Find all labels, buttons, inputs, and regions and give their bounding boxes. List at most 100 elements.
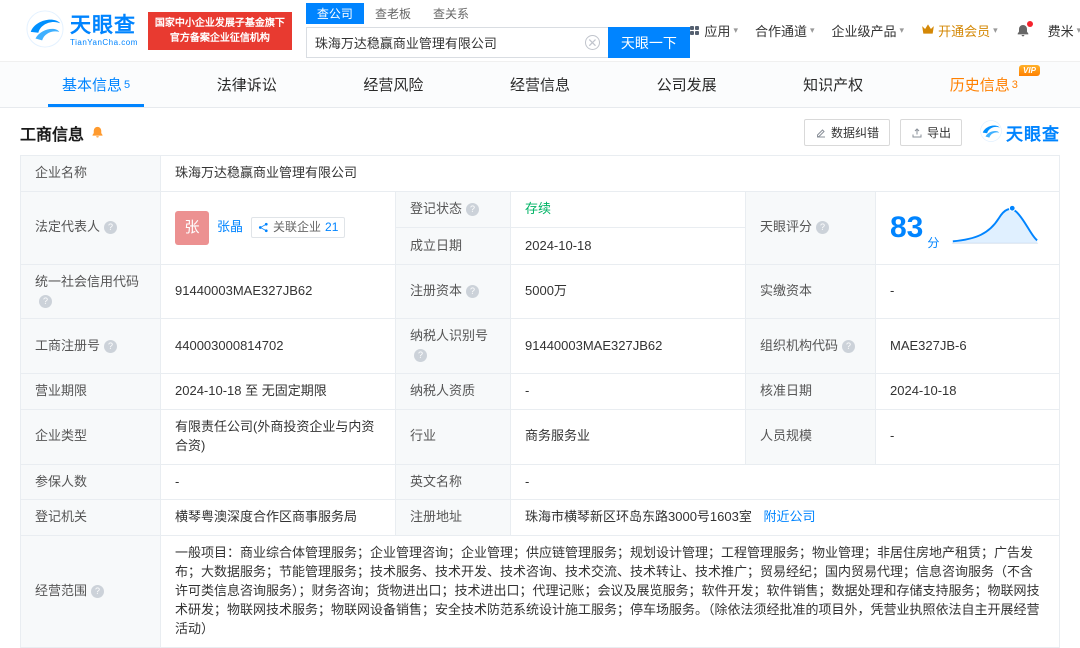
tianyancha-logo[interactable]: 天眼查 TianYanCha.com: [26, 10, 138, 51]
related-companies-chip[interactable]: 关联企业 21: [251, 217, 346, 239]
search-box: ✕: [305, 27, 608, 58]
help-icon[interactable]: ?: [816, 221, 830, 235]
notification-bell-icon[interactable]: [1015, 20, 1033, 39]
field-value-reg-capital: 5000万: [510, 263, 746, 320]
tab-company-development[interactable]: 公司发展: [643, 62, 731, 107]
search-type-tabs: 查公司 查老板 查关系: [305, 3, 690, 24]
tianyancha-watermark: 天眼查: [980, 120, 1060, 145]
score-sparkline-chart: [949, 200, 1041, 256]
section-title: 工商信息: [20, 126, 85, 144]
field-label-business-scope: 经营范围?: [20, 535, 161, 648]
data-correction-button[interactable]: 数据纠错: [803, 119, 890, 146]
tianyancha-logo-icon: [26, 10, 64, 51]
top-bar: 天眼查 TianYanCha.com 国家中小企业发展子基金旗下 官方备案企业征…: [0, 0, 1080, 62]
field-label-staff-size: 人员规模: [745, 408, 876, 465]
field-label-taxpayer-id: 纳税人识别号?: [395, 318, 511, 375]
field-value-staff-size: -: [875, 408, 1060, 465]
field-value-org-code: MAE327JB-6: [875, 318, 1060, 375]
field-label-company-type: 企业类型: [20, 408, 161, 465]
clear-search-icon[interactable]: ✕: [584, 35, 600, 50]
nav-apps[interactable]: 应用 ▾: [689, 21, 738, 40]
field-label-english-name: 英文名称: [395, 463, 511, 501]
nearby-companies-link[interactable]: 附近公司: [763, 509, 815, 524]
field-value-company-name: 珠海万达稳赢商业管理有限公司: [160, 155, 1060, 192]
help-icon[interactable]: ?: [104, 339, 118, 353]
help-icon[interactable]: ?: [414, 349, 427, 363]
export-button[interactable]: 导出: [899, 119, 962, 146]
business-info-header: 工商信息 数据纠错 导出 天眼查: [0, 108, 1080, 155]
field-value-taxpayer-id: 91440003MAE327JB62: [510, 318, 746, 375]
field-value-reg-authority: 横琴粤澳深度合作区商事服务局: [160, 499, 396, 537]
nav-cooperation[interactable]: 合作通道 ▾: [755, 21, 815, 40]
help-icon[interactable]: ?: [466, 203, 480, 217]
legal-rep-avatar[interactable]: 张: [175, 210, 209, 245]
table-row: 经营范围? 一般项目：商业综合体管理服务；企业管理咨询；企业管理；供应链管理服务…: [20, 535, 1060, 648]
chevron-down-icon: ▾: [1076, 25, 1080, 35]
table-row: 营业期限 2024-10-18 至 无固定期限 纳税人资质 - 核准日期 202…: [20, 373, 1060, 410]
nav-user-account[interactable]: 费米 ▾: [1048, 21, 1080, 40]
field-value-taxpayer-quality: -: [510, 373, 746, 410]
field-value-industry: 商务服务业: [510, 408, 746, 465]
field-value-approval-date: 2024-10-18: [875, 373, 1060, 410]
field-label-taxpayer-quality: 纳税人资质: [395, 373, 511, 410]
field-label-reg-authority: 登记机关: [20, 499, 161, 537]
field-value-reg-address: 珠海市横琴新区环岛东路3000号1603室 附近公司: [510, 499, 1060, 537]
table-row: 参保人数 - 英文名称 -: [20, 463, 1060, 501]
field-label-credit-code: 统一社会信用代码?: [20, 263, 161, 320]
help-icon[interactable]: ?: [842, 339, 856, 353]
chevron-down-icon: ▾: [899, 25, 905, 35]
field-value-business-scope: 一般项目：商业综合体管理服务；企业管理咨询；企业管理；供应链管理服务；规划设计管…: [160, 535, 1060, 648]
legal-rep-name-link[interactable]: 张晶: [217, 218, 243, 237]
field-value-est-date: 2024-10-18: [510, 227, 746, 265]
help-icon[interactable]: ?: [91, 584, 105, 598]
field-label-score: 天眼评分?: [745, 190, 876, 265]
apps-grid-icon: [689, 25, 700, 36]
help-icon[interactable]: ?: [104, 221, 118, 235]
table-row: 登记机关 横琴粤澳深度合作区商事服务局 注册地址 珠海市横琴新区环岛东路3000…: [20, 499, 1060, 537]
tab-count: 5: [124, 78, 131, 91]
table-row: 法定代表人? 张 张晶 关联企业 21 登记状态? 存续 天眼评分? 83 分: [20, 190, 1060, 265]
business-info-table: 企业名称 珠海万达稳赢商业管理有限公司 法定代表人? 张 张晶 关联企业 21: [20, 155, 1060, 648]
tab-business-risk[interactable]: 经营风险: [349, 62, 437, 107]
export-icon: [912, 127, 922, 137]
notification-dot: [1026, 20, 1033, 27]
nav-enterprise-products[interactable]: 企业级产品 ▾: [832, 21, 905, 40]
search-tab-boss[interactable]: 查老板: [364, 3, 422, 24]
table-row: 工商注册号? 440003000814702 纳税人识别号? 91440003M…: [20, 318, 1060, 375]
search-tab-relation[interactable]: 查关系: [422, 3, 480, 24]
table-row: 统一社会信用代码? 91440003MAE327JB62 注册资本? 5000万…: [20, 263, 1060, 320]
field-label-industry: 行业: [395, 408, 511, 465]
tab-legal-proceedings[interactable]: 法律诉讼: [203, 62, 291, 107]
field-label-org-code: 组织机构代码?: [745, 318, 876, 375]
field-label-paid-capital: 实缴资本: [745, 263, 876, 320]
field-value-credit-code: 91440003MAE327JB62: [160, 263, 396, 320]
field-label-reg-address: 注册地址: [395, 499, 511, 537]
field-label-insured-count: 参保人数: [20, 463, 161, 501]
nav-open-membership[interactable]: 开通会员 ▾: [921, 21, 998, 40]
help-icon[interactable]: ?: [39, 294, 52, 308]
tab-intellectual-property[interactable]: 知识产权: [789, 62, 877, 107]
field-value-insured-count: -: [160, 463, 396, 501]
field-value-score: 83 分: [875, 190, 1060, 265]
field-label-est-date: 成立日期: [395, 227, 511, 265]
logo-text-cn: 天眼查: [70, 14, 136, 38]
search-button[interactable]: 天眼一下: [607, 27, 690, 58]
tab-history-info[interactable]: 历史信息 3 VIP: [936, 62, 1040, 107]
help-icon[interactable]: ?: [466, 285, 480, 299]
field-value-english-name: -: [510, 463, 1060, 501]
tab-business-operation[interactable]: 经营信息: [496, 62, 584, 107]
relation-graph-icon: [258, 223, 268, 233]
search-area: 查公司 查老板 查关系 ✕ 天眼一下: [305, 3, 690, 58]
score-value: 83: [890, 210, 924, 244]
search-tab-company[interactable]: 查公司: [305, 3, 364, 24]
search-input[interactable]: [314, 35, 585, 50]
monitor-bell-icon[interactable]: [90, 125, 105, 140]
top-navigation: 应用 ▾ 合作通道 ▾ 企业级产品 ▾ 开通会员 ▾ 费米 ▾: [689, 20, 1080, 40]
chevron-down-icon: ▾: [809, 25, 815, 35]
chevron-down-icon: ▾: [993, 25, 998, 35]
field-value-paid-capital: -: [875, 263, 1060, 320]
company-section-tabs: 基本信息 5 法律诉讼 经营风险 经营信息 公司发展 知识产权 历史信息 3 VIP: [0, 62, 1080, 108]
table-row: 企业名称 珠海万达稳赢商业管理有限公司: [20, 155, 1060, 192]
field-label-reg-number: 工商注册号?: [20, 318, 161, 375]
tab-basic-info[interactable]: 基本信息 5: [48, 62, 145, 107]
